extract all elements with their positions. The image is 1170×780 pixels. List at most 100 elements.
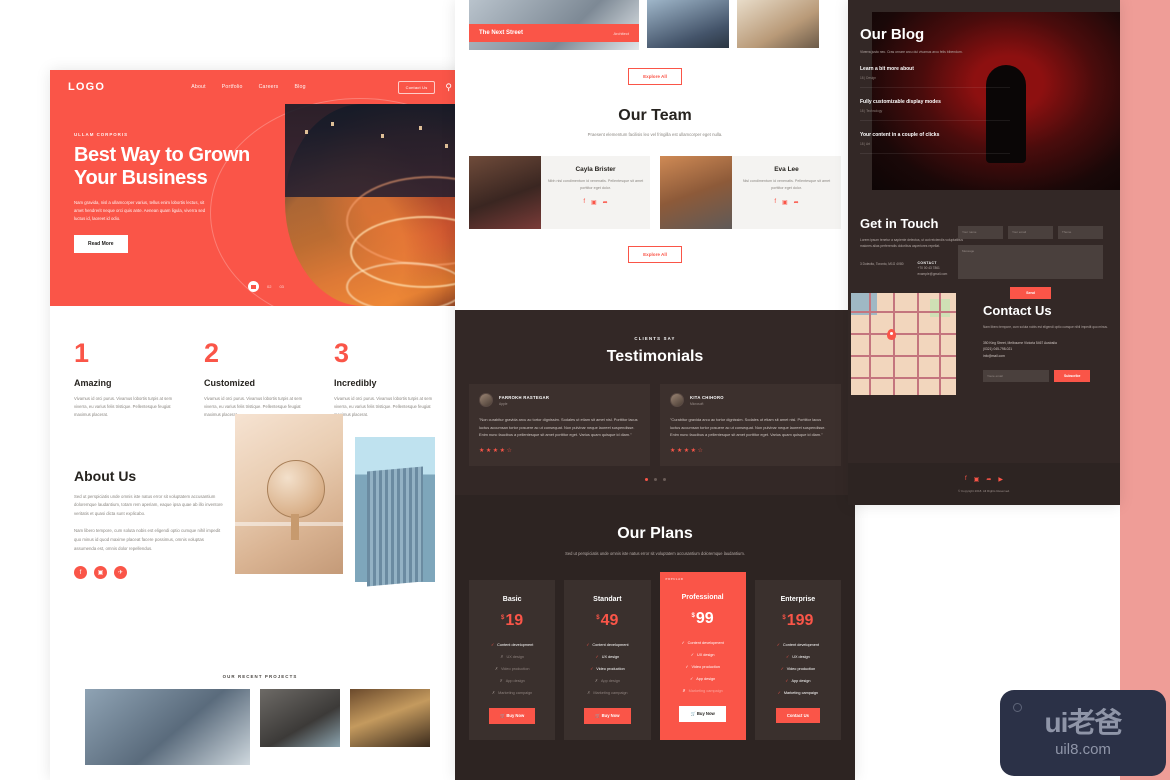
twitter-icon[interactable]: ➦ bbox=[794, 199, 799, 206]
contact-us-button[interactable]: Contact Us bbox=[397, 80, 436, 94]
contact-us-plan-button[interactable]: Contact Us bbox=[775, 707, 820, 723]
theme-field[interactable]: Theme bbox=[1058, 226, 1103, 239]
tower-decoration bbox=[367, 466, 423, 587]
plan-feature: ✓ Content development bbox=[477, 642, 547, 647]
contact-us-phone: (0321) 045-798-021 bbox=[983, 347, 1013, 352]
read-more-button[interactable]: Read More bbox=[74, 234, 128, 253]
plan-card-basic[interactable]: Basic $19 ✓ Content development ✗ UX desig… bbox=[469, 579, 556, 740]
facebook-icon[interactable]: f bbox=[583, 199, 585, 206]
slider-pause-button[interactable] bbox=[248, 281, 259, 292]
search-icon[interactable]: ⚲ bbox=[445, 82, 452, 92]
site-navbar: LOGO About Portfolio Careers Blog Contac… bbox=[50, 70, 470, 104]
subscribe-button[interactable]: Subscribe bbox=[1054, 370, 1091, 383]
site-logo[interactable]: LOGO bbox=[68, 81, 105, 93]
buy-now-button[interactable]: 🛒 Buy Now bbox=[584, 707, 631, 724]
portfolio-featured-card[interactable]: The Next Street Architect bbox=[469, 0, 639, 50]
navbar-actions: Contact Us ⚲ bbox=[397, 80, 452, 94]
plan-feature-label: UX design bbox=[601, 654, 620, 659]
globe-decoration bbox=[267, 459, 325, 518]
currency-symbol: $ bbox=[501, 614, 505, 621]
check-icon: ✓ bbox=[681, 640, 685, 645]
team-member-info: Eva Lee Nisl condimentum id venenatis. P… bbox=[732, 156, 841, 229]
explore-all-button-portfolio[interactable]: Explore All bbox=[628, 68, 682, 85]
team-member-card[interactable]: Eva Lee Nisl condimentum id venenatis. P… bbox=[660, 156, 841, 229]
project-thumbnail[interactable] bbox=[85, 688, 250, 765]
nav-item-blog[interactable]: Blog bbox=[294, 84, 305, 90]
facebook-icon[interactable]: f bbox=[774, 199, 776, 206]
feature-title: Incredibly bbox=[334, 378, 377, 388]
plan-feature-label: UX design bbox=[696, 652, 715, 657]
twitter-icon[interactable]: ✈ bbox=[114, 566, 127, 580]
hero-section: LOGO About Portfolio Careers Blog Contac… bbox=[50, 70, 470, 306]
plan-card-enterprise[interactable]: Enterprise $199 ✓ Content development ✓ UX… bbox=[754, 579, 841, 740]
plan-feature: ✓ Marketing campaign bbox=[763, 690, 833, 695]
carousel-dot-1[interactable] bbox=[644, 478, 648, 481]
slider-dot-03[interactable]: 03 bbox=[279, 284, 283, 289]
portfolio-title: The Next Street bbox=[479, 30, 524, 36]
project-thumbnail[interactable] bbox=[260, 688, 340, 747]
twitter-icon[interactable]: ➦ bbox=[986, 476, 991, 483]
blog-list-item[interactable]: Fully customizable display modes 18 | Te… bbox=[860, 88, 1010, 122]
team-member-description: Nisl condimentum id venenatis. Pellentes… bbox=[742, 179, 831, 190]
blog-title: Our Blog bbox=[860, 26, 925, 43]
plan-price: $199 bbox=[763, 611, 833, 629]
street-map[interactable] bbox=[851, 293, 956, 396]
contact-us-title: Contact Us bbox=[983, 303, 1052, 319]
carousel-dot-2[interactable] bbox=[653, 478, 657, 481]
blog-list-item[interactable]: Learn a bit more about 18 | Design bbox=[860, 55, 1010, 89]
project-thumbnail[interactable] bbox=[350, 688, 430, 747]
instagram-icon[interactable]: ▣ bbox=[782, 199, 788, 206]
plan-card-professional[interactable]: POPULAR Professional $99 ✓ Content develo… bbox=[659, 571, 746, 740]
twitter-icon[interactable]: ➦ bbox=[603, 199, 608, 206]
buy-now-button[interactable]: 🛒 Buy Now bbox=[679, 705, 726, 722]
subscribe-email-input[interactable]: Youre email bbox=[983, 370, 1049, 383]
plan-feature: ✗ UX design bbox=[477, 654, 547, 659]
hero-window-light bbox=[419, 126, 422, 130]
team-title: Our Team bbox=[618, 107, 692, 124]
youtube-icon[interactable]: ▶ bbox=[998, 476, 1003, 483]
feature-title: Amazing bbox=[74, 378, 112, 388]
message-field[interactable]: Message bbox=[958, 245, 1103, 279]
watermark-url: uil8.com bbox=[1055, 740, 1111, 758]
contact-info: CONTACT +70 00 43 7861 example@gmail.com bbox=[918, 261, 948, 278]
globe-stand bbox=[291, 513, 299, 540]
map-road bbox=[917, 293, 919, 396]
facebook-icon[interactable]: f bbox=[74, 566, 87, 580]
slider-dot-02[interactable]: 02 bbox=[267, 284, 271, 289]
screenshot-canvas: LOGO About Portfolio Careers Blog Contac… bbox=[0, 0, 1170, 780]
team-explore-wrap: Explore All bbox=[455, 246, 855, 263]
price-value: 199 bbox=[786, 611, 814, 629]
explore-all-button-team[interactable]: Explore All bbox=[628, 246, 682, 263]
name-field[interactable]: Your name bbox=[958, 226, 1003, 239]
instagram-icon[interactable]: ▣ bbox=[591, 199, 597, 206]
portfolio-thumbnail[interactable] bbox=[737, 0, 819, 48]
plan-feature-label: Marketing campaign bbox=[783, 690, 819, 695]
nav-item-careers[interactable]: Careers bbox=[259, 84, 279, 90]
plan-card-standart[interactable]: Standart $49 ✓ Content development ✓ UX de… bbox=[564, 579, 651, 740]
hero-window-light bbox=[331, 122, 334, 126]
instagram-icon[interactable]: ▣ bbox=[94, 566, 107, 580]
check-icon: ✓ bbox=[785, 678, 789, 683]
blog-list-item[interactable]: Your content in a couple of clicks 18 | … bbox=[860, 121, 1010, 155]
team-member-card[interactable]: Cayla Brister Nibh nisl condimentum id v… bbox=[469, 156, 650, 229]
buy-now-button[interactable]: 🛒 Buy Now bbox=[488, 707, 536, 724]
carousel-dot-3[interactable] bbox=[662, 478, 666, 481]
email-field[interactable]: Your email bbox=[1008, 226, 1053, 239]
facebook-icon[interactable]: f bbox=[965, 476, 967, 483]
contact-us-section: Contact Us Nam libero tempore, cum solut… bbox=[848, 293, 1120, 413]
hero-paragraph: Nam gravida, nisl a ullamcorper varius, … bbox=[74, 200, 206, 221]
nav-item-portfolio[interactable]: Portfolio bbox=[222, 84, 243, 90]
nav-item-about[interactable]: About bbox=[191, 84, 206, 90]
team-section: Our Team Praesent elementum facilisis le… bbox=[455, 85, 855, 263]
hero-window-light bbox=[445, 144, 448, 148]
nav-links: About Portfolio Careers Blog bbox=[191, 84, 305, 90]
rating-stars: ★★★★☆ bbox=[670, 447, 705, 454]
plan-feature-label: Content development bbox=[497, 642, 534, 647]
portfolio-thumbnail[interactable] bbox=[647, 0, 729, 48]
portfolio-row: The Next Street Architect bbox=[455, 0, 855, 50]
map-road bbox=[869, 293, 871, 396]
team-member-info: Cayla Brister Nibh nisl condimentum id v… bbox=[541, 156, 650, 229]
instagram-icon[interactable]: ▣ bbox=[974, 476, 980, 483]
team-member-name: Eva Lee bbox=[774, 166, 799, 173]
check-icon: ✓ bbox=[777, 690, 781, 695]
